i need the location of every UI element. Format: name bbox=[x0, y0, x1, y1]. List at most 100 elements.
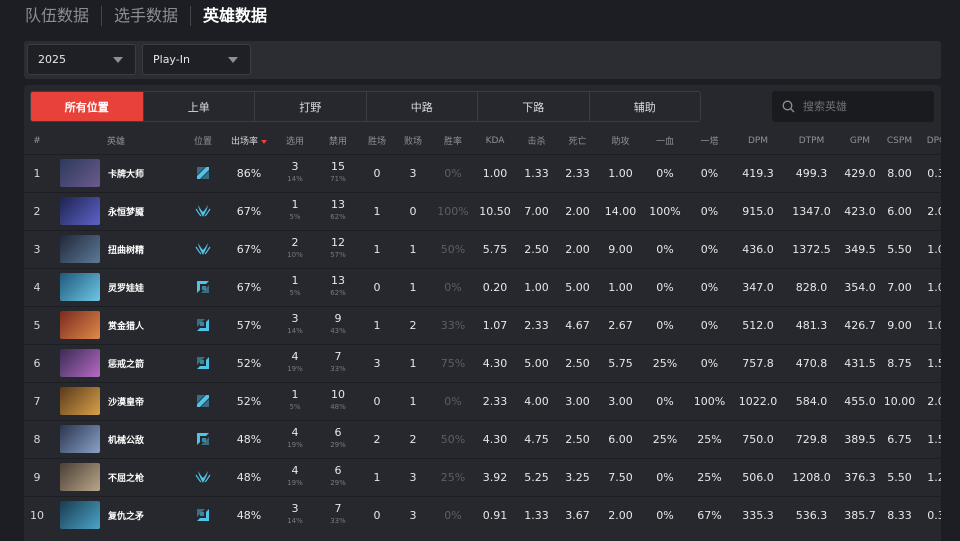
bans-rate: 33% bbox=[330, 365, 346, 373]
column-header[interactable]: 败场 bbox=[394, 128, 432, 154]
column-header[interactable]: DPGR bbox=[918, 128, 941, 154]
hero-avatar[interactable] bbox=[60, 501, 100, 530]
role-jungle-icon bbox=[182, 457, 224, 496]
column-header[interactable]: KDA bbox=[474, 128, 516, 154]
stage-select[interactable]: Play-In bbox=[142, 44, 251, 75]
deaths-cell: 3.00 bbox=[557, 381, 598, 420]
hero-name[interactable]: 不屈之枪 bbox=[108, 471, 144, 484]
dtpm-cell: 481.3 bbox=[784, 305, 839, 344]
hero-avatar[interactable] bbox=[60, 159, 100, 187]
winrate-cell: 0% bbox=[432, 153, 474, 192]
column-header[interactable]: 一塔 bbox=[687, 128, 732, 154]
hero-cell[interactable]: 惩戒之箭 bbox=[50, 343, 182, 382]
assists-cell: 3.00 bbox=[598, 381, 643, 420]
column-header[interactable]: 禁用 bbox=[316, 128, 360, 154]
bans-cell: 13 62% bbox=[316, 267, 360, 306]
bans-rate: 57% bbox=[330, 251, 346, 259]
hero-cell[interactable]: 扭曲树精 bbox=[50, 229, 182, 268]
table-row[interactable]: 5 赏金猎人 57% 3 14% 9 43% 1 2 33% 1.07 2.33 4.67 2.67 0% 0… bbox=[24, 305, 941, 344]
table-row[interactable]: 7 沙漠皇帝 52% 1 5% 10 48% 0 1 0% 2.33 4.00 3.00 3.00 0% 10… bbox=[24, 381, 941, 420]
hero-name[interactable]: 永恒梦魇 bbox=[108, 205, 144, 218]
hero-cell[interactable]: 赏金猎人 bbox=[50, 305, 182, 344]
picks-cell: 1 5% bbox=[274, 191, 316, 230]
hero-name[interactable]: 机械公敌 bbox=[108, 433, 144, 446]
hero-avatar[interactable] bbox=[60, 197, 100, 225]
hero-avatar[interactable] bbox=[60, 463, 100, 491]
column-header[interactable]: GPM bbox=[839, 128, 881, 154]
hero-cell[interactable]: 永恒梦魇 bbox=[50, 191, 182, 230]
kills-cell: 1.00 bbox=[516, 267, 557, 306]
hero-cell[interactable]: 不屈之枪 bbox=[50, 457, 182, 496]
column-header[interactable]: 英雄 bbox=[50, 128, 182, 154]
column-header[interactable]: CSPM bbox=[881, 128, 918, 154]
table-row[interactable]: 4 灵罗娃娃 67% 1 5% 13 62% 0 1 0% 0.20 1.00 5.00 1.00 0% 0%… bbox=[24, 267, 941, 306]
hero-name[interactable]: 灵罗娃娃 bbox=[108, 281, 144, 294]
table-row[interactable]: 3 扭曲树精 67% 2 10% 12 57% 1 1 50% 5.75 2.50 2.00 9.00 0%… bbox=[24, 229, 941, 268]
hero-avatar[interactable] bbox=[60, 235, 100, 263]
first-tower-cell: 25% bbox=[687, 419, 732, 458]
column-header[interactable]: 助攻 bbox=[598, 128, 643, 154]
hero-name[interactable]: 卡牌大师 bbox=[108, 167, 144, 180]
position-tab-support[interactable]: 辅助 bbox=[588, 92, 701, 121]
position-tab-all[interactable]: 所有位置 bbox=[31, 92, 143, 121]
column-header-label: 英雄 bbox=[106, 137, 125, 148]
hero-cell[interactable]: 沙漠皇帝 bbox=[50, 381, 182, 420]
column-header-label: 败场 bbox=[403, 137, 422, 148]
column-header[interactable]: 一血 bbox=[643, 128, 687, 154]
column-header[interactable]: 位置 bbox=[182, 128, 224, 154]
hero-cell[interactable]: 卡牌大师 bbox=[50, 153, 182, 192]
hero-cell[interactable]: 复仇之矛 bbox=[50, 495, 182, 534]
position-tab-top[interactable]: 上单 bbox=[142, 92, 255, 121]
position-tab-jungle[interactable]: 打野 bbox=[254, 92, 366, 121]
column-header[interactable]: 选用 bbox=[274, 128, 316, 154]
hero-name[interactable]: 沙漠皇帝 bbox=[108, 395, 144, 408]
column-header-label: 位置 bbox=[193, 137, 212, 148]
hero-name[interactable]: 惩戒之箭 bbox=[108, 357, 144, 370]
year-select[interactable]: 2025 bbox=[27, 44, 136, 75]
hero-avatar[interactable] bbox=[60, 349, 100, 377]
tab-team-stats[interactable]: 队伍数据 bbox=[25, 5, 101, 27]
column-header[interactable]: 出场率 bbox=[224, 128, 274, 154]
hero-name[interactable]: 扭曲树精 bbox=[108, 243, 144, 256]
kda-cell: 5.75 bbox=[474, 229, 516, 268]
hero-name[interactable]: 赏金猎人 bbox=[108, 319, 144, 332]
picks-count: 4 bbox=[291, 464, 299, 477]
column-header[interactable]: 胜率 bbox=[432, 128, 474, 154]
first-tower-cell: 0% bbox=[687, 305, 732, 344]
table-row[interactable]: 8 机械公敌 48% 4 19% 6 29% 2 2 50% 4.30 4.75 2.50 6.00 25%… bbox=[24, 419, 941, 458]
table-row[interactable]: 9 不屈之枪 48% 4 19% 6 29% 1 3 25% 3.92 5.25 3.25 7.50 0% 2… bbox=[24, 457, 941, 496]
hero-avatar[interactable] bbox=[60, 273, 100, 301]
table-row[interactable]: 2 永恒梦魇 67% 1 5% 13 62% 1 0 100% 10.50 7.00 2.00 14.00… bbox=[24, 191, 941, 230]
column-header[interactable]: DTPM bbox=[784, 128, 839, 154]
table-row[interactable]: 10 复仇之矛 48% 3 14% 7 33% 0 3 0% 0.91 1.33 3.67 2.00 0% 6… bbox=[24, 495, 941, 534]
bans-count: 7 bbox=[334, 502, 342, 516]
wins-cell: 3 bbox=[360, 343, 394, 382]
hero-cell[interactable]: 灵罗娃娃 bbox=[50, 267, 182, 306]
bans-cell: 9 43% bbox=[316, 305, 360, 344]
hero-search[interactable] bbox=[772, 91, 934, 122]
hero-avatar[interactable] bbox=[60, 311, 100, 339]
column-header[interactable]: 击杀 bbox=[516, 128, 557, 154]
hero-avatar[interactable] bbox=[60, 387, 100, 415]
position-tab-bot[interactable]: 下路 bbox=[477, 92, 589, 121]
tab-hero-stats[interactable]: 英雄数据 bbox=[191, 5, 279, 27]
column-header[interactable]: 死亡 bbox=[557, 128, 598, 154]
table-row[interactable]: 1 卡牌大师 86% 3 14% 15 71% 0 3 0% 1.00 1.33 2.33 1.00 0% 0… bbox=[24, 153, 941, 192]
bans-count: 6 bbox=[334, 464, 342, 477]
hero-avatar[interactable] bbox=[60, 425, 100, 453]
losses-cell: 0 bbox=[394, 191, 432, 230]
winrate-cell: 0% bbox=[432, 267, 474, 306]
table-row[interactable]: 6 惩戒之箭 52% 4 19% 7 33% 3 1 75% 4.30 5.00 2.50 5.75 25%… bbox=[24, 343, 941, 382]
column-header[interactable]: 胜场 bbox=[360, 128, 394, 154]
winrate-cell: 100% bbox=[432, 191, 474, 230]
position-tab-mid[interactable]: 中路 bbox=[365, 92, 478, 121]
winrate-cell: 0% bbox=[432, 495, 474, 534]
hero-cell[interactable]: 机械公敌 bbox=[50, 419, 182, 458]
column-header[interactable]: # bbox=[24, 128, 50, 154]
column-header[interactable]: DPM bbox=[732, 128, 784, 154]
sort-desc-icon[interactable] bbox=[261, 139, 267, 144]
hero-name[interactable]: 复仇之矛 bbox=[108, 509, 144, 522]
tab-player-stats[interactable]: 选手数据 bbox=[102, 5, 190, 27]
rank-cell: 2 bbox=[24, 191, 50, 230]
search-input[interactable] bbox=[803, 100, 923, 113]
